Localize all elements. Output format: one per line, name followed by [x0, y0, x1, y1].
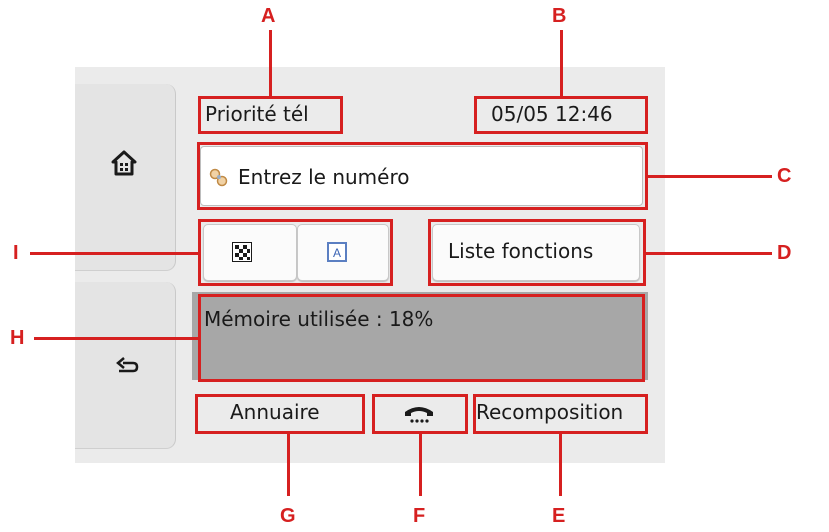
callout-label-e: E	[552, 505, 566, 527]
callout-label-i: I	[13, 242, 19, 264]
stage: Priorité tél 05/05 12:46 Entrez le numér…	[0, 0, 829, 532]
callout-label-h: H	[10, 327, 25, 349]
callout-label-a: A	[261, 5, 276, 27]
leader-line-h	[34, 337, 198, 340]
back-arrow-icon	[116, 357, 139, 373]
callout-label-d: D	[777, 242, 792, 264]
phone-keypad-icon	[209, 168, 228, 187]
callout-label-f: F	[413, 505, 426, 527]
function-list-label: Liste fonctions	[448, 239, 594, 263]
callout-label-b: B	[552, 5, 567, 27]
leader-line-a	[269, 30, 272, 96]
checkered-resolution-icon	[232, 242, 252, 262]
home-button[interactable]	[75, 84, 176, 271]
back-button[interactable]	[75, 282, 176, 449]
mode-label: Priorité tél	[205, 102, 309, 126]
leader-line-i	[30, 252, 198, 255]
callout-box-i	[198, 219, 393, 286]
number-input-placeholder: Entrez le numéro	[238, 165, 410, 189]
callout-label-g: G	[280, 505, 296, 527]
datetime-display: 05/05 12:46	[491, 102, 613, 126]
leader-line-d	[646, 252, 772, 255]
leader-line-f	[419, 434, 422, 496]
leader-line-g	[287, 434, 290, 496]
redial-button[interactable]: Recomposition	[476, 402, 623, 422]
contrast-a-icon: A	[327, 242, 347, 262]
directory-button[interactable]: Annuaire	[230, 402, 320, 422]
leader-line-b	[560, 30, 563, 96]
hook-phone-icon[interactable]	[403, 404, 435, 424]
svg-text:A: A	[333, 246, 341, 260]
callout-label-c: C	[777, 165, 792, 187]
leader-line-c	[648, 175, 772, 178]
leader-line-e	[559, 434, 562, 496]
memory-status-text: Mémoire utilisée : 18%	[204, 307, 434, 331]
home-icon	[111, 150, 137, 176]
